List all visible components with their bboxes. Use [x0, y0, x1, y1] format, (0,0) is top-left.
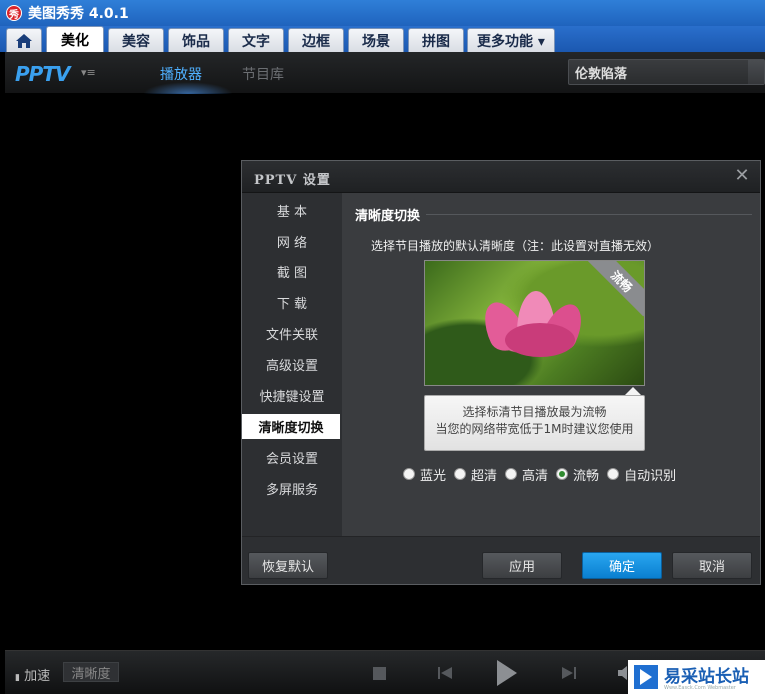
signal-icon: ▮: [15, 673, 20, 683]
quality-radio-group: 蓝光 超清 高清 流畅 自动识别: [403, 465, 684, 484]
sidebar-item-basic[interactable]: 基 本: [242, 198, 342, 223]
meitu-title-bar: 秀 美图秀秀 4.0.1: [0, 0, 765, 26]
tooltip-line-2: 当您的网络带宽低于1M时建议您使用: [435, 422, 634, 436]
section-title: 清晰度切换: [355, 209, 421, 224]
tab-beautify[interactable]: 美化: [46, 26, 104, 52]
pptv-menu-icon[interactable]: ▾≡: [81, 66, 96, 79]
tab-scene[interactable]: 场景: [348, 28, 404, 52]
radio-high[interactable]: 高清: [505, 465, 548, 484]
ok-button[interactable]: 确定: [582, 552, 662, 579]
tooltip-arrow: [625, 387, 641, 395]
dialog-title: PPTV 设置: [254, 173, 331, 188]
radio-label: 蓝光: [420, 468, 447, 484]
tab-accessories[interactable]: 饰品: [168, 28, 224, 52]
settings-sidebar: 基 本 网 络 截 图 下 载 文件关联 高级设置 快捷键设置 清晰度切换 会员…: [242, 193, 342, 536]
radio-smooth[interactable]: 流畅: [556, 465, 599, 484]
restore-defaults-button[interactable]: 恢复默认: [248, 552, 328, 579]
settings-dialog: PPTV 设置 ✕ 基 本 网 络 截 图 下 载 文件关联 高级设置 快捷键设…: [241, 160, 761, 585]
section-description: 选择节目播放的默认清晰度（注：此设置对直播无效）: [371, 239, 660, 253]
previous-icon[interactable]: [437, 665, 453, 681]
radio-label: 超清: [471, 468, 498, 484]
radio-button[interactable]: [505, 468, 518, 480]
sidebar-item-screenshot[interactable]: 截 图: [242, 259, 342, 284]
watermark-subtext: Www.Easck.Com Webmaster: [664, 685, 736, 691]
watermark-logo-icon: [634, 665, 658, 689]
tab-more-features[interactable]: 更多功能 ▾: [467, 28, 555, 52]
sidebar-item-quality-switch[interactable]: 清晰度切换: [242, 414, 340, 439]
section-divider: [426, 214, 752, 215]
sidebar-item-network[interactable]: 网 络: [242, 229, 342, 254]
watermark: 易采站长站 Www.Easck.Com Webmaster: [628, 660, 765, 694]
sidebar-item-download[interactable]: 下 载: [242, 290, 342, 315]
meitu-app-icon: 秀: [6, 5, 22, 21]
quality-preview-image: 流畅: [424, 260, 645, 386]
pptv-header: PPTV ▾≡ 播放器 节目库: [5, 52, 765, 94]
radio-button[interactable]: [454, 468, 467, 480]
radio-ultra[interactable]: 超清: [454, 465, 497, 484]
window-title: 美图秀秀 4.0.1: [28, 6, 129, 22]
radio-label: 自动识别: [624, 468, 677, 484]
radio-button[interactable]: [403, 468, 415, 480]
quality-button[interactable]: 清晰度: [63, 662, 119, 682]
search-icon[interactable]: [748, 60, 764, 84]
radio-button-checked[interactable]: [556, 468, 569, 480]
sidebar-item-shortcuts[interactable]: 快捷键设置: [242, 383, 342, 408]
sidebar-item-file-association[interactable]: 文件关联: [242, 321, 342, 346]
sidebar-item-multiscreen[interactable]: 多屏服务: [242, 476, 342, 501]
next-icon[interactable]: [561, 665, 577, 681]
sidebar-item-membership[interactable]: 会员设置: [242, 445, 342, 470]
tab-border[interactable]: 边框: [288, 28, 344, 52]
nav-active-glow: [143, 82, 233, 94]
tab-collage[interactable]: 拼图: [408, 28, 464, 52]
meitu-tab-bar: 美化 美容 饰品 文字 边框 场景 拼图 更多功能 ▾: [0, 26, 765, 52]
close-icon[interactable]: ✕: [734, 167, 750, 185]
accelerate-label: 加速: [24, 669, 51, 684]
radio-button[interactable]: [607, 468, 620, 480]
tab-makeup[interactable]: 美容: [108, 28, 164, 52]
pptv-logo[interactable]: PPTV: [15, 62, 70, 86]
search-box: [568, 59, 765, 85]
tab-text[interactable]: 文字: [228, 28, 284, 52]
sidebar-item-advanced[interactable]: 高级设置: [242, 352, 342, 377]
radio-auto[interactable]: 自动识别: [607, 465, 676, 484]
quality-tooltip: 选择标清节目播放最为流畅 当您的网络带宽低于1M时建议您使用: [424, 395, 645, 451]
preview-quality-badge: 流畅: [586, 261, 644, 317]
nav-library[interactable]: 节目库: [242, 64, 284, 84]
search-input[interactable]: [575, 63, 745, 81]
radio-bluray[interactable]: 蓝光: [403, 465, 446, 484]
accelerate-button[interactable]: ▮ 加速: [15, 665, 50, 684]
dialog-title-bar[interactable]: PPTV 设置 ✕: [242, 161, 760, 193]
tooltip-line-1: 选择标清节目播放最为流畅: [462, 405, 607, 419]
dialog-footer: 恢复默认 应用 确定 取消: [242, 536, 760, 584]
stop-icon[interactable]: [373, 667, 386, 680]
play-icon[interactable]: [497, 660, 517, 686]
home-tab[interactable]: [6, 28, 42, 52]
home-icon: [16, 33, 32, 48]
radio-label: 流畅: [573, 468, 600, 484]
settings-content: 清晰度切换 选择节目播放的默认清晰度（注：此设置对直播无效） 流畅 选择标清节目…: [342, 193, 760, 536]
watermark-text: 易采站长站: [664, 666, 749, 687]
radio-label: 高清: [522, 468, 549, 484]
apply-button[interactable]: 应用: [482, 552, 562, 579]
cancel-button[interactable]: 取消: [672, 552, 752, 579]
nav-player[interactable]: 播放器: [160, 64, 202, 84]
